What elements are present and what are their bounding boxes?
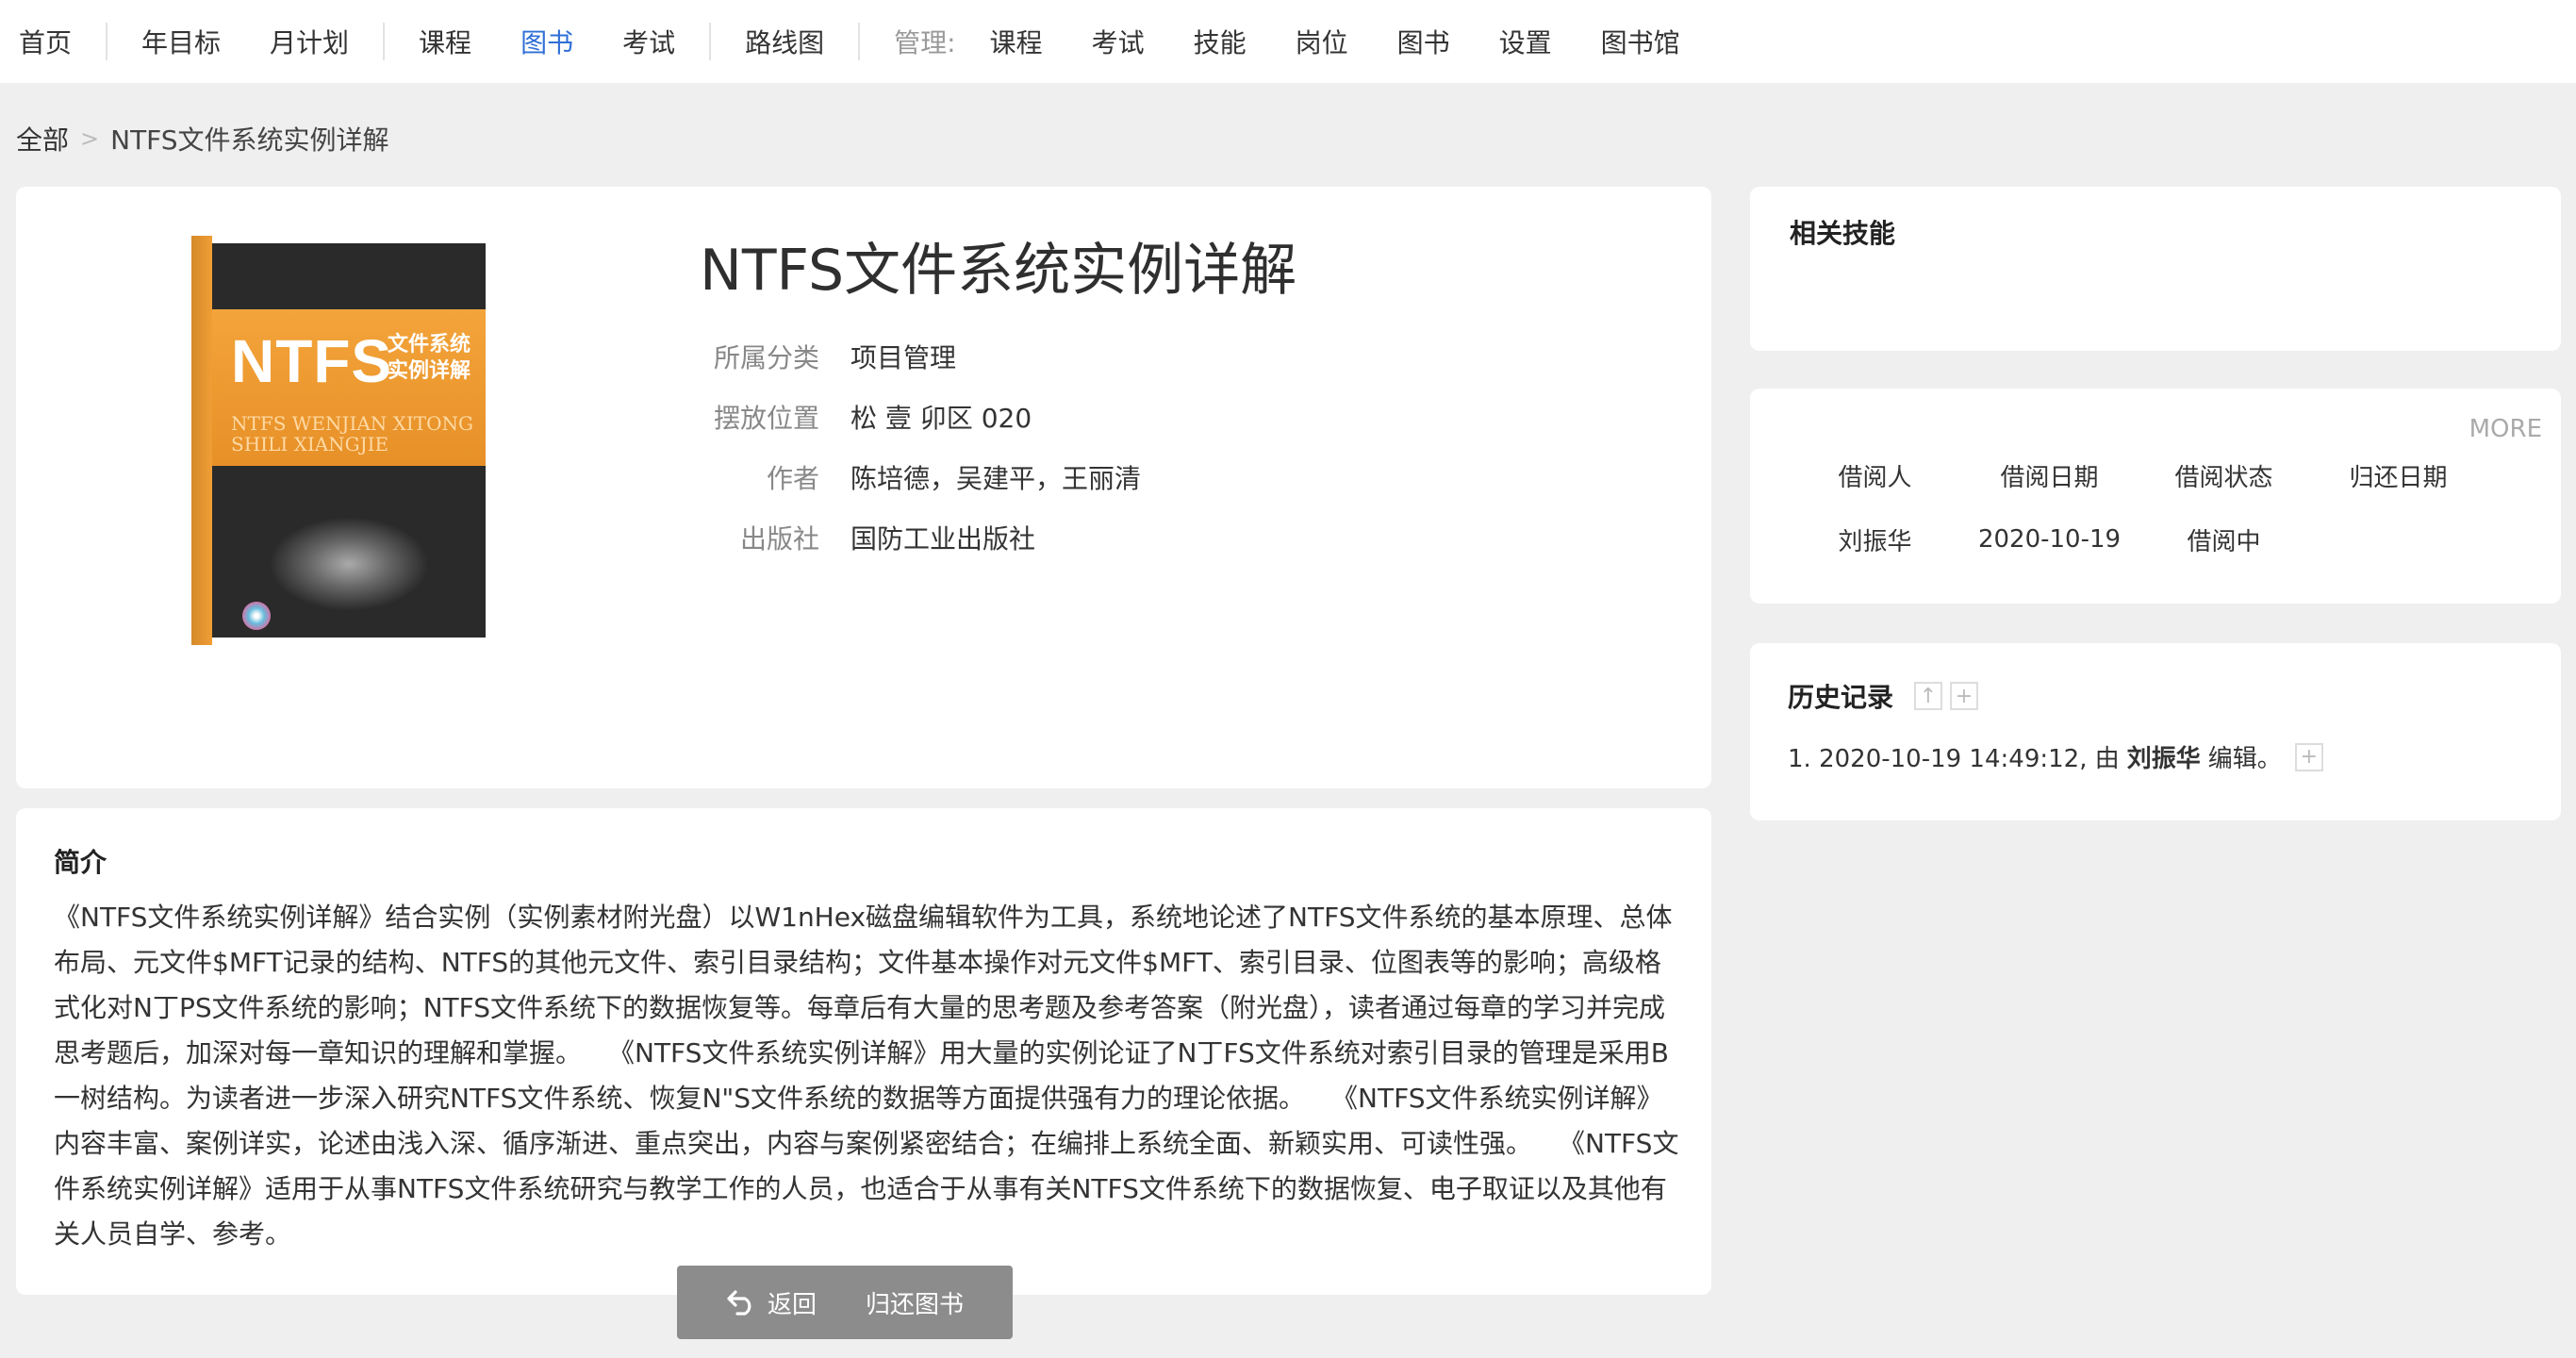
- nav-books[interactable]: 图书: [520, 23, 573, 60]
- field-value: 松 壹 卯区 020: [850, 403, 1032, 434]
- book-cover-image: NTFS 文件系统实例详解 NTFS WENJIAN XITONG SHILI …: [191, 236, 486, 645]
- field-publisher: 出版社 国防工业出版社: [700, 507, 1454, 568]
- field-value: 国防工业出版社: [850, 523, 1036, 555]
- top-nav: 首页 年目标 月计划 课程 图书 考试 路线图 管理: 课程 考试 技能 岗位 …: [0, 0, 2576, 83]
- book-fields: 所属分类 项目管理 摆放位置 松 壹 卯区 020 作者 陈培德，吴建平，王丽清…: [700, 326, 1454, 568]
- field-label: 所属分类: [713, 342, 819, 373]
- field-value: 项目管理: [850, 342, 957, 373]
- history-entry-suffix: 编辑。: [2207, 745, 2282, 773]
- book-info: NTFS文件系统实例详解 所属分类 项目管理 摆放位置 松 壹 卯区 020 作…: [700, 224, 1297, 555]
- nav-divider: [709, 23, 712, 60]
- cd-icon: [242, 602, 271, 630]
- history-entry-user: 刘振华: [2126, 745, 2201, 773]
- nav-admin-skills[interactable]: 技能: [1194, 23, 1247, 60]
- breadcrumb-current: NTFS文件系统实例详解: [110, 124, 389, 156]
- nav-admin-books[interactable]: 图书: [1397, 23, 1450, 60]
- back-button-label: 返回: [767, 1290, 817, 1319]
- related-skills-card: 相关技能: [1750, 187, 2561, 351]
- column-header-borrow-date: 借阅日期: [2000, 463, 2099, 492]
- more-link[interactable]: MORE: [2469, 415, 2542, 443]
- nav-admin-exams[interactable]: 考试: [1092, 23, 1145, 60]
- history-card: 历史记录 ↑ + 1. 2020-10-19 14:49:12, 由 刘振华 编…: [1750, 643, 2561, 820]
- field-category: 所属分类 项目管理: [700, 326, 1454, 387]
- status-cell: 借阅中: [2187, 527, 2261, 556]
- intro-card: 简介 《NTFS文件系统实例详解》结合实例（实例素材附光盘）以W1nHex磁盘编…: [16, 808, 1711, 1295]
- column-header-status: 借阅状态: [2174, 463, 2273, 492]
- borrow-header-row: 借阅人 借阅日期 借阅状态 归还日期: [1788, 443, 2485, 507]
- borrower-cell: 刘振华: [1838, 527, 1912, 556]
- nav-annual-goals[interactable]: 年目标: [141, 23, 221, 60]
- table-row: 刘振华 2020-10-19 借阅中: [1788, 507, 2485, 571]
- breadcrumb-root[interactable]: 全部: [16, 120, 69, 157]
- nav-admin-settings[interactable]: 设置: [1499, 23, 1552, 60]
- nav-admin-positions[interactable]: 岗位: [1296, 23, 1348, 60]
- field-author: 作者 陈培德，吴建平，王丽清: [700, 447, 1454, 507]
- intro-heading: 简介: [54, 847, 107, 878]
- field-value: 陈培德，吴建平，王丽清: [850, 463, 1142, 494]
- arrow-up-icon[interactable]: ↑: [1914, 682, 1943, 710]
- column-header-borrower: 借阅人: [1838, 463, 1912, 492]
- nav-courses[interactable]: 课程: [419, 23, 471, 60]
- history-header: 历史记录 ↑ +: [1788, 677, 1986, 715]
- plus-icon[interactable]: +: [1950, 682, 1979, 710]
- field-label: 出版社: [739, 523, 819, 555]
- nav-exams[interactable]: 考试: [622, 23, 675, 60]
- back-button[interactable]: 返回: [726, 1285, 817, 1320]
- nav-roadmap[interactable]: 路线图: [745, 23, 824, 60]
- breadcrumb-separator: >: [80, 125, 100, 152]
- nav-divider: [858, 23, 861, 60]
- nav-admin-courses[interactable]: 课程: [990, 23, 1043, 60]
- intro-text: 《NTFS文件系统实例详解》结合实例（实例素材附光盘）以W1nHex磁盘编辑软件…: [54, 902, 1679, 1250]
- book-cover-front: NTFS 文件系统实例详解 NTFS WENJIAN XITONG SHILI …: [212, 243, 486, 638]
- book-cover-spine: [191, 236, 212, 645]
- history-entry: 1. 2020-10-19 14:49:12, 由 刘振华 编辑。 +: [1788, 739, 2331, 774]
- book-cover-subtitle: 文件系统实例详解: [388, 333, 471, 383]
- field-label: 摆放位置: [713, 403, 819, 434]
- nav-home[interactable]: 首页: [19, 23, 72, 60]
- book-cover-artwork: [269, 517, 429, 611]
- history-entry-prefix: 1. 2020-10-19 14:49:12, 由: [1788, 745, 2120, 773]
- borrow-date-cell: 2020-10-19: [1977, 525, 2122, 554]
- history-heading: 历史记录: [1788, 682, 1894, 713]
- related-skills-heading: 相关技能: [1790, 218, 1896, 249]
- nav-divider: [383, 23, 386, 60]
- nav-admin-label: 管理:: [894, 27, 956, 58]
- book-cover-pinyin: NTFS WENJIAN XITONG SHILI XIANGJIE: [231, 412, 474, 455]
- plus-icon[interactable]: +: [2294, 742, 2323, 771]
- nav-monthly-plan[interactable]: 月计划: [270, 23, 349, 60]
- borrow-table: 借阅人 借阅日期 借阅状态 归还日期 刘振华 2020-10-19 借阅中: [1788, 443, 2485, 571]
- nav-divider: [106, 23, 108, 60]
- breadcrumb: 全部 > NTFS文件系统实例详解: [16, 120, 389, 157]
- return-book-button[interactable]: 归还图书: [866, 1285, 964, 1320]
- book-cover-title: NTFS: [231, 327, 393, 395]
- undo-arrow-icon: [727, 1290, 751, 1316]
- borrow-records-card: MORE 借阅人 借阅日期 借阅状态 归还日期 刘振华 2020-10-19 借…: [1750, 389, 2561, 604]
- field-location: 摆放位置 松 壹 卯区 020: [700, 387, 1454, 447]
- nav-admin-library[interactable]: 图书馆: [1601, 23, 1680, 60]
- book-cover-band: NTFS 文件系统实例详解 NTFS WENJIAN XITONG SHILI …: [212, 309, 486, 466]
- field-label: 作者: [766, 463, 819, 494]
- column-header-return-date: 归还日期: [2349, 463, 2448, 492]
- action-bar: 返回 归还图书: [677, 1266, 1013, 1339]
- book-detail-card: NTFS 文件系统实例详解 NTFS WENJIAN XITONG SHILI …: [16, 187, 1711, 788]
- book-title: NTFS文件系统实例详解: [700, 238, 1297, 304]
